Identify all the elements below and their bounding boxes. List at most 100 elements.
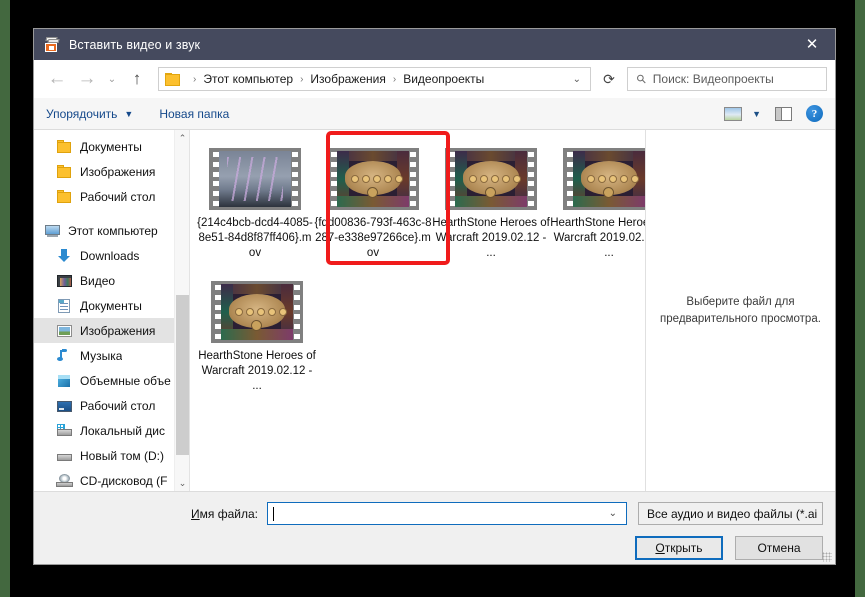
arrow-right-icon[interactable]: → [72,65,102,93]
text-caret [273,506,274,521]
3d-objects-icon [56,373,73,389]
scrollbar-thumb[interactable] [176,295,189,455]
file-name: {fdd00836-793f-463c-8287-e338e97266ce}.m… [314,217,432,259]
folder-icon [56,164,73,180]
sidebar-item-label: Локальный дис [80,423,165,438]
preview-pane-icon [775,106,792,121]
sidebar-item-video[interactable]: Видео [34,268,189,293]
file-type-filter-dropdown[interactable]: Все аудио и видео файлы (*.ai ⌄ [638,502,823,525]
file-row: HearthStone Heroes of Warcraft 2019.02.1… [196,281,645,414]
sidebar-item-rabochiy-stol-quick[interactable]: Рабочий стол [34,184,189,209]
chevron-down-icon[interactable]: ▼ [752,109,761,119]
sidebar-item-label: Объемные объе [80,373,171,388]
pictures-icon [56,323,73,339]
open-button[interactable]: Открыть [635,536,723,560]
video-folder-icon [56,273,73,289]
search-box[interactable]: ⚲ Поиск: Видеопроекты [627,67,827,91]
sidebar-item-music[interactable]: Музыка [34,343,189,368]
arrow-left-icon[interactable]: ← [42,65,72,93]
preview-pane-button[interactable] [775,106,792,121]
chevron-down-icon: ▼ [124,108,134,119]
sidebar-item-label: Downloads [80,248,140,263]
sidebar-item-local-disk[interactable]: Локальный дис [34,418,189,443]
sidebar-item-downloads[interactable]: Downloads [34,243,189,268]
film-perforation-icon [527,150,534,208]
chevron-down-icon[interactable]: ⌄ [564,74,590,85]
sidebar-item-label: Новый том (D:) [80,448,164,463]
organize-label: Упорядочить [46,106,118,121]
chevron-down-icon[interactable]: ⌄ [600,508,626,519]
video-frame-preview [455,151,527,207]
new-folder-button[interactable]: Новая папка [159,107,229,121]
computer-icon [44,223,61,239]
breadcrumb-item-1[interactable]: Изображения [310,72,385,86]
file-type-filter-value: Все аудио и видео файлы (*.ai [647,506,818,521]
breadcrumb-separator: › [300,73,304,85]
breadcrumb-separator: › [193,73,197,85]
drive-icon [56,448,73,464]
film-perforation-icon [293,283,300,341]
sidebar-item-this-pc[interactable]: Этот компьютер [34,218,189,243]
cancel-button[interactable]: Отмена [735,536,823,560]
close-icon[interactable]: ✕ [789,29,835,60]
sidebar-item-3d-objects[interactable]: Объемные объе [34,368,189,393]
file-thumbnail [563,148,645,210]
filename-label-accel: И [191,506,200,521]
local-disk-icon [56,423,73,439]
arrow-up-icon[interactable]: ↑ [122,65,152,93]
chevron-down-icon[interactable]: ⌄ [102,65,122,93]
sidebar-item-cd-drive[interactable]: CD-дисковод (F [34,468,189,491]
resize-grip[interactable] [822,552,832,562]
file-list[interactable]: {214c4bcb-dcd4-4085-8e51-84d8f87ff406}.m… [190,130,645,491]
scroll-down-icon[interactable]: ⌄ [175,475,189,491]
sidebar-item-izobrazheniya-quick[interactable]: Изображения [34,159,189,184]
chevron-down-icon: ⌄ [817,508,822,519]
sidebar-item-label: Рабочий стол [80,189,156,204]
breadcrumb-item-0[interactable]: Этот компьютер [203,72,293,86]
insert-media-icon [44,36,60,53]
sidebar-item-new-volume[interactable]: Новый том (D:) [34,443,189,468]
file-thumbnail [445,148,537,210]
documents-icon [56,298,73,314]
file-thumbnail [327,148,419,210]
file-name: {214c4bcb-dcd4-4085-8e51-84d8f87ff406}.m… [197,217,313,259]
file-item[interactable]: HearthStone Heroes of Warcraft 2019.02.1… [550,148,645,261]
film-perforation-icon [330,150,337,208]
window-title: Вставить видео и звук [69,37,201,52]
sidebar-item-label: Документы [80,298,142,313]
file-item[interactable]: HearthStone Heroes of Warcraft 2019.02.1… [432,148,550,261]
sidebar-item-documents[interactable]: Документы [34,293,189,318]
folder-icon [56,189,73,205]
film-perforation-icon [448,150,455,208]
music-icon [56,348,73,364]
refresh-icon[interactable]: ⟳ [595,66,623,92]
file-item[interactable]: HearthStone Heroes of Warcraft 2019.02.1… [196,281,318,394]
help-button[interactable]: ? [806,105,823,122]
cd-drive-icon [56,473,73,489]
command-toolbar: Упорядочить ▼ Новая папка ▼ ? [34,98,835,130]
preview-message: Выберите файл для предварительного просм… [660,295,821,325]
scroll-up-icon[interactable]: ⌃ [175,130,189,146]
title-bar: Вставить видео и звук ✕ [34,29,835,60]
search-input[interactable]: Поиск: Видеопроекты [653,72,774,86]
organize-button[interactable]: Упорядочить ▼ [46,107,133,121]
sidebar-item-pictures[interactable]: Изображения [34,318,189,343]
desktop-background-right [855,0,865,597]
view-mode-icon [724,106,743,121]
sidebar-scrollbar[interactable]: ⌃ ⌄ [174,130,189,491]
help-icon: ? [806,105,823,122]
filename-input[interactable]: ⌄ [267,502,627,525]
breadcrumb-item-2[interactable]: Видеопроекты [403,72,484,86]
sidebar-item-label: Изображения [80,164,156,179]
film-perforation-icon [214,283,221,341]
sidebar-item-desktop[interactable]: Рабочий стол [34,393,189,418]
navigation-pane: Документы Изображения Рабочий стол Этот … [34,130,190,491]
file-item[interactable]: {214c4bcb-dcd4-4085-8e51-84d8f87ff406}.m… [196,148,314,261]
sidebar-item-dokumenty-quick[interactable]: Документы [34,134,189,159]
address-bar[interactable]: › Этот компьютер › Изображения › Видеопр… [158,67,591,91]
video-frame-preview [219,151,291,207]
dialog-footer: Имя файла: ⌄ Все аудио и видео файлы (*.… [34,492,835,564]
file-item-selected[interactable]: {fdd00836-793f-463c-8287-e338e97266ce}.m… [314,148,432,261]
desktop-icon [56,398,73,414]
view-mode-button[interactable]: ▼ [724,106,761,121]
